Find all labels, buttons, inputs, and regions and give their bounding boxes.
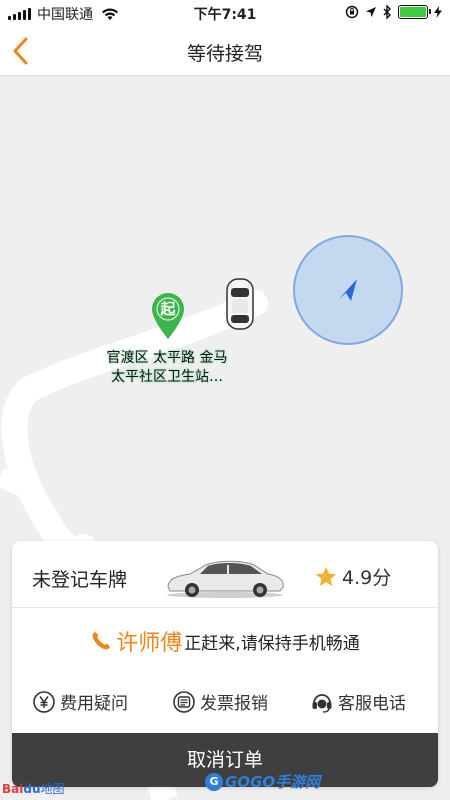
driver-message: 正赶来,请保持手机畅通 (184, 633, 360, 654)
site-watermark: G GOGO手游网 (205, 771, 320, 792)
yen-icon (33, 690, 55, 713)
invoice-label: 发票报销 (200, 694, 268, 714)
driver-row[interactable]: 许师傅 正赶来,请保持手机畅通 (12, 608, 438, 673)
start-pin[interactable]: 起 (150, 292, 186, 340)
watermark-text: GOGO手游网 (225, 773, 321, 791)
battery-fill (400, 7, 426, 17)
driver-rating: 4.9分 (314, 563, 391, 590)
car-image (167, 560, 284, 598)
status-bar: 中国联通 下午7:41 (0, 0, 450, 26)
status-right (345, 5, 442, 19)
baidu-logo-bai: Bai (2, 782, 24, 796)
battery-icon (398, 5, 431, 19)
headset-icon (312, 693, 332, 713)
customer-service-label: 客服电话 (338, 694, 406, 714)
license-plate: 未登记车牌 (32, 569, 128, 591)
invoice-icon (173, 690, 195, 713)
fee-question-label: 费用疑问 (60, 694, 128, 714)
driver-status-line: 许师傅 正赶来,请保持手机畅通 (12, 625, 438, 657)
current-location-marker (293, 235, 403, 345)
start-location-label: 官渡区 太平路 金马 太平社区卫生站… (106, 350, 228, 385)
location-arrow-icon (339, 279, 357, 301)
rating-value: 4.9分 (342, 567, 392, 589)
vehicle-row: 未登记车牌 4.9分 (12, 541, 438, 608)
customer-service-button[interactable]: 客服电话 (310, 689, 406, 714)
watermark-icon: G (205, 772, 223, 791)
action-row: 费用疑问 发票报销 客服电话 (12, 673, 438, 733)
driver-name: 许师傅 (116, 631, 183, 656)
start-pin-glyph: 起 (160, 300, 176, 318)
trip-info-card: 未登记车牌 4.9分 许师傅 正赶来,请保持手机畅通 费用疑问 发票报销 客服电… (12, 541, 438, 787)
star-icon (316, 566, 336, 586)
location-services-icon (366, 7, 376, 17)
charging-icon (434, 6, 442, 18)
driver-car-icon (226, 278, 254, 330)
nav-bar: 等待接驾 (0, 26, 450, 76)
fee-question-button[interactable]: 费用疑问 (32, 689, 128, 714)
baidu-map-logo: Baidu地图 (2, 780, 65, 797)
bluetooth-icon (383, 5, 391, 19)
phone-icon[interactable] (90, 630, 112, 652)
baidu-logo-map: 地图 (40, 782, 65, 796)
orientation-lock-icon (345, 5, 359, 19)
page-title: 等待接驾 (186, 43, 263, 65)
invoice-button[interactable]: 发票报销 (172, 689, 268, 714)
baidu-logo-du: du (23, 782, 41, 796)
